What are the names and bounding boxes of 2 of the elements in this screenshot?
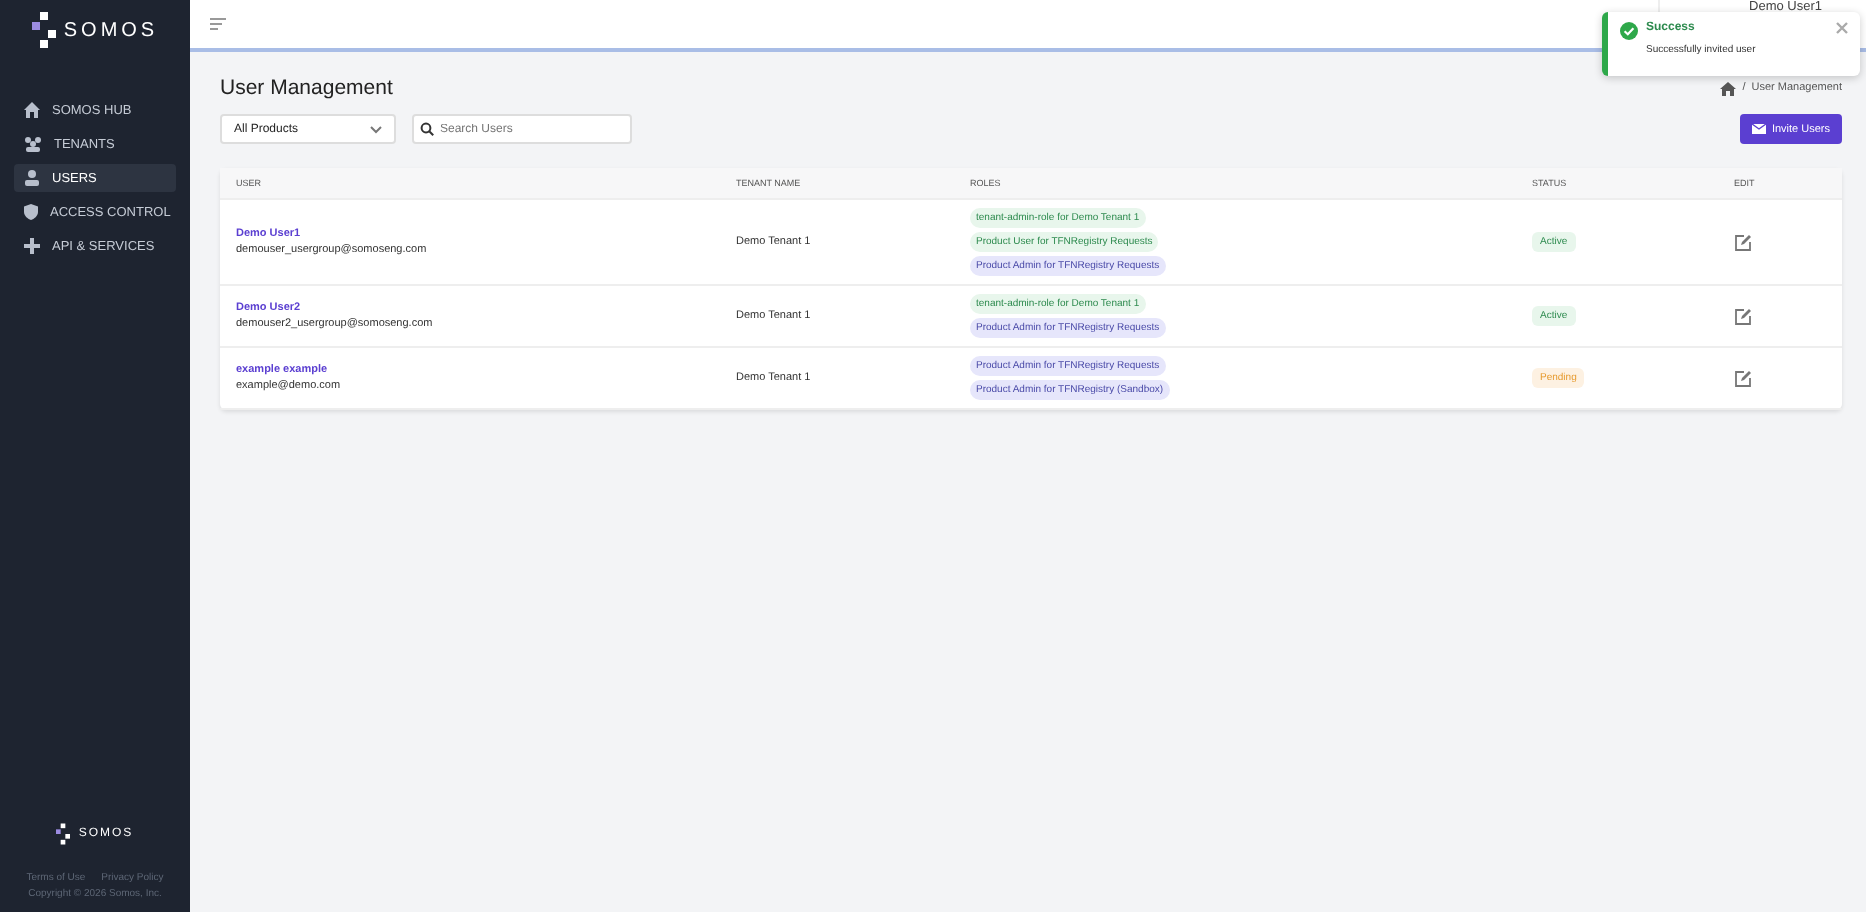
brand-name: SOMOS [63,19,159,41]
page-title: User Management [220,76,393,100]
